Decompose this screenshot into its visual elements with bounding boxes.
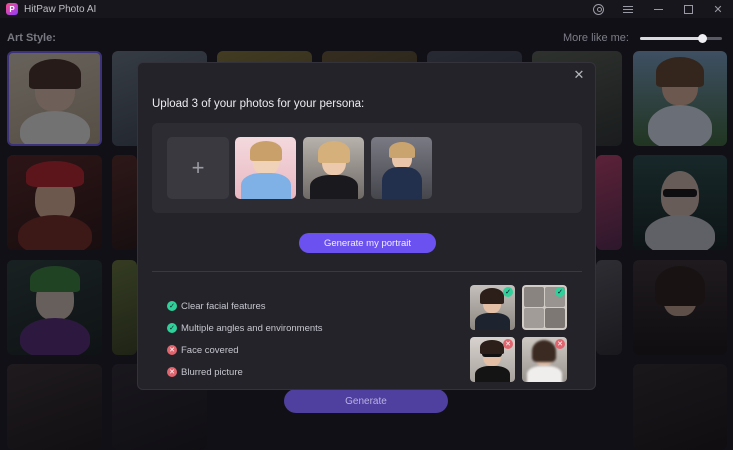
maximize-icon: [683, 4, 693, 14]
guideline-item: ✓ Multiple angles and environments: [167, 317, 323, 339]
example-face-covered: ✕: [470, 337, 515, 382]
cross-icon: ✕: [167, 345, 177, 355]
minimize-button[interactable]: [643, 0, 673, 18]
user-icon: [592, 3, 604, 15]
title-bar: P HitPaw Photo AI ✕: [0, 0, 733, 18]
close-icon: ✕: [573, 67, 585, 82]
divider: [152, 271, 582, 272]
example-clear-face: ✓: [470, 285, 515, 330]
generate-my-portrait-button[interactable]: Generate my portrait: [299, 233, 436, 253]
dialog-title: Upload 3 of your photos for your persona…: [152, 98, 365, 110]
menu-button[interactable]: [613, 0, 643, 18]
cross-icon: ✕: [167, 367, 177, 377]
minimize-icon: [653, 8, 663, 10]
close-dialog-button[interactable]: ✕: [572, 68, 586, 82]
generate-button[interactable]: Generate: [284, 389, 448, 413]
close-window-button[interactable]: ✕: [703, 0, 733, 18]
uploaded-photo-2[interactable]: [303, 137, 364, 199]
example-multiple-angles: ✓: [522, 285, 567, 330]
cross-icon: ✕: [503, 339, 513, 349]
more-like-me-label: More like me:: [562, 32, 629, 44]
uploaded-photo-1[interactable]: [235, 137, 296, 199]
more-like-me-slider[interactable]: [640, 34, 722, 43]
guideline-text: Multiple angles and environments: [181, 322, 323, 334]
check-icon: ✓: [167, 323, 177, 333]
art-style-label: Art Style:: [7, 32, 56, 44]
app-logo-icon: P: [6, 3, 18, 15]
window-controls: ✕: [583, 0, 733, 18]
guideline-text: Blurred picture: [181, 366, 243, 378]
slider-fill: [640, 37, 702, 40]
guideline-item: ✕ Blurred picture: [167, 361, 323, 383]
slider-thumb[interactable]: [697, 34, 707, 43]
photo-guidelines: ✓ Clear facial features ✓ Multiple angle…: [167, 295, 323, 383]
example-blurred: ✕: [522, 337, 567, 382]
upload-panel: +: [152, 123, 582, 213]
app-title: HitPaw Photo AI: [24, 3, 97, 15]
guideline-text: Clear facial features: [181, 300, 266, 312]
plus-icon: +: [191, 155, 205, 180]
account-button[interactable]: [583, 0, 613, 18]
uploaded-photo-3[interactable]: [371, 137, 432, 199]
maximize-button[interactable]: [673, 0, 703, 18]
close-icon: ✕: [713, 3, 723, 16]
add-photo-button[interactable]: +: [167, 137, 229, 199]
guideline-item: ✓ Clear facial features: [167, 295, 323, 317]
guideline-item: ✕ Face covered: [167, 339, 323, 361]
guideline-text: Face covered: [181, 344, 239, 356]
check-icon: ✓: [167, 301, 177, 311]
upload-photos-dialog: ✕ Upload 3 of your photos for your perso…: [137, 62, 596, 390]
check-icon: ✓: [503, 287, 513, 297]
check-icon: ✓: [555, 287, 565, 297]
menu-icon: [623, 5, 633, 13]
cross-icon: ✕: [555, 339, 565, 349]
